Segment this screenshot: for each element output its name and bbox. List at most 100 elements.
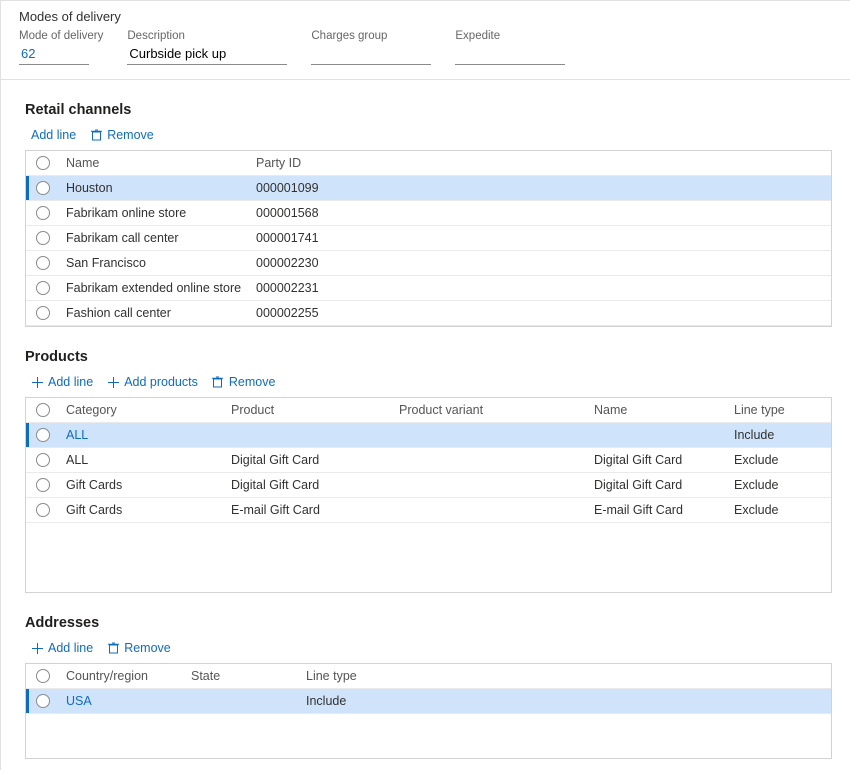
charges-field: Charges group xyxy=(311,30,431,65)
remove-button[interactable]: Remove xyxy=(107,641,171,655)
product-name xyxy=(588,431,728,439)
col-country-region[interactable]: Country/region xyxy=(60,665,185,687)
product-variant xyxy=(393,481,588,489)
row-selector[interactable] xyxy=(26,428,60,442)
addresses-section: Addresses Add line Remove Country/region… xyxy=(25,615,832,759)
product-category: ALL xyxy=(60,424,225,446)
party-id: 000002255 xyxy=(250,302,450,324)
line-type: Include xyxy=(728,424,808,446)
col-name[interactable]: Name xyxy=(588,399,728,421)
country-region: USA xyxy=(60,690,185,712)
party-id: 000002230 xyxy=(250,252,450,274)
trash-icon xyxy=(90,129,102,141)
product-category: Gift Cards xyxy=(60,499,225,521)
table-row[interactable]: Fabrikam extended online store000002231 xyxy=(26,276,831,301)
product-variant xyxy=(393,506,588,514)
product xyxy=(225,431,393,439)
table-row[interactable]: Houston000001099 xyxy=(26,176,831,201)
table-row[interactable]: Fashion call center000002255 xyxy=(26,301,831,326)
mode-input[interactable] xyxy=(19,44,89,65)
product: Digital Gift Card xyxy=(225,474,393,496)
row-selector[interactable] xyxy=(26,206,60,220)
product-name: Digital Gift Card xyxy=(588,449,728,471)
products-toolbar: Add line Add products Remove xyxy=(31,375,832,389)
party-id: 000002231 xyxy=(250,277,450,299)
addresses-header: Country/region State Line type xyxy=(26,664,831,689)
state xyxy=(185,697,300,705)
remove-label: Remove xyxy=(229,375,276,389)
charges-input[interactable] xyxy=(311,44,431,65)
table-row[interactable]: San Francisco000002230 xyxy=(26,251,831,276)
add-line-label: Add line xyxy=(31,128,76,142)
row-selector[interactable] xyxy=(26,453,60,467)
table-row[interactable]: Gift CardsE-mail Gift CardE-mail Gift Ca… xyxy=(26,498,831,523)
product: E-mail Gift Card xyxy=(225,499,393,521)
party-id: 000001741 xyxy=(250,227,450,249)
table-row[interactable]: USA Include xyxy=(26,689,831,714)
product-name: E-mail Gift Card xyxy=(588,499,728,521)
page-title: Modes of delivery xyxy=(1,7,850,30)
expedite-input[interactable] xyxy=(455,44,565,65)
add-products-button[interactable]: Add products xyxy=(107,375,198,389)
product-name: Digital Gift Card xyxy=(588,474,728,496)
row-selector[interactable] xyxy=(26,306,60,320)
row-selector[interactable] xyxy=(26,478,60,492)
row-selector[interactable] xyxy=(26,181,60,195)
channel-name: San Francisco xyxy=(60,252,250,274)
col-line-type[interactable]: Line type xyxy=(300,665,420,687)
select-all-col[interactable] xyxy=(26,669,60,683)
line-type: Exclude xyxy=(728,499,808,521)
table-row[interactable]: ALLDigital Gift CardDigital Gift CardExc… xyxy=(26,448,831,473)
addresses-grid: Country/region State Line type USA Includ… xyxy=(25,663,832,759)
retail-channels-header: Name Party ID xyxy=(26,151,831,176)
channel-name: Fashion call center xyxy=(60,302,250,324)
retail-channels-section: Retail channels Add line Remove Name Par… xyxy=(25,102,832,327)
col-product[interactable]: Product xyxy=(225,399,393,421)
trash-icon xyxy=(212,376,224,388)
retail-channels-toolbar: Add line Remove xyxy=(31,128,832,142)
table-row[interactable]: Fabrikam online store000001568 xyxy=(26,201,831,226)
table-row[interactable]: ALL Include xyxy=(26,423,831,448)
row-selector[interactable] xyxy=(26,503,60,517)
retail-channels-grid: Name Party ID Houston000001099Fabrikam o… xyxy=(25,150,832,327)
col-variant[interactable]: Product variant xyxy=(393,399,588,421)
add-line-button[interactable]: Add line xyxy=(31,128,76,142)
table-row[interactable]: Fabrikam call center000001741 xyxy=(26,226,831,251)
plus-icon xyxy=(31,642,43,654)
addresses-title: Addresses xyxy=(25,615,832,631)
add-line-button[interactable]: Add line xyxy=(31,641,93,655)
row-selector[interactable] xyxy=(26,694,60,708)
description-input[interactable] xyxy=(127,44,287,65)
col-category[interactable]: Category xyxy=(60,399,225,421)
line-type: Include xyxy=(300,690,420,712)
trash-icon xyxy=(107,642,119,654)
row-selector[interactable] xyxy=(26,281,60,295)
remove-button[interactable]: Remove xyxy=(212,375,276,389)
col-name[interactable]: Name xyxy=(60,152,250,174)
remove-button[interactable]: Remove xyxy=(90,128,154,142)
party-id: 000001099 xyxy=(250,177,450,199)
mode-label: Mode of delivery xyxy=(19,30,103,42)
products-header: Category Product Product variant Name Li… xyxy=(26,398,831,423)
products-body: ALLIncludeALLDigital Gift CardDigital Gi… xyxy=(26,423,831,593)
product: Digital Gift Card xyxy=(225,449,393,471)
product-category: ALL xyxy=(60,449,225,471)
products-grid: Category Product Product variant Name Li… xyxy=(25,397,832,593)
plus-icon xyxy=(107,376,119,388)
add-line-button[interactable]: Add line xyxy=(31,375,93,389)
remove-label: Remove xyxy=(107,128,154,142)
header-fields: Mode of delivery Description Charges gro… xyxy=(1,30,850,80)
add-products-label: Add products xyxy=(124,375,198,389)
description-field: Description xyxy=(127,30,287,65)
addresses-toolbar: Add line Remove xyxy=(31,641,832,655)
col-state[interactable]: State xyxy=(185,665,300,687)
addresses-body: USA Include xyxy=(26,689,831,759)
table-row[interactable]: Gift CardsDigital Gift CardDigital Gift … xyxy=(26,473,831,498)
product-variant xyxy=(393,456,588,464)
col-line-type[interactable]: Line type xyxy=(728,399,808,421)
row-selector[interactable] xyxy=(26,256,60,270)
select-all-col[interactable] xyxy=(26,403,60,417)
select-all-col[interactable] xyxy=(26,156,60,170)
col-party[interactable]: Party ID xyxy=(250,152,450,174)
row-selector[interactable] xyxy=(26,231,60,245)
